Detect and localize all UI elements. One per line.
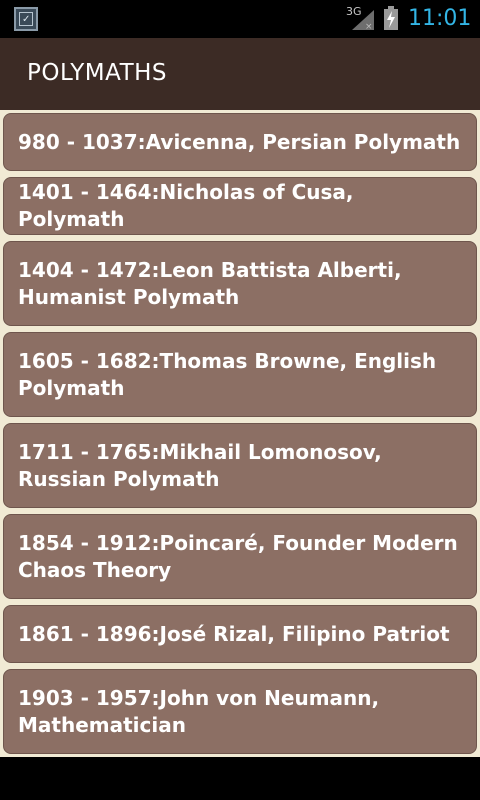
- page-title: POLYMATHS: [27, 60, 168, 86]
- list-item-label: 1861 - 1896:José Rizal, Filipino Patriot: [18, 621, 450, 646]
- signal-strength-icon: ×: [352, 10, 374, 30]
- list-item[interactable]: 1605 - 1682:Thomas Browne, English Polym…: [0, 329, 480, 420]
- list-item-label: 1605 - 1682:Thomas Browne, English Polym…: [18, 348, 437, 400]
- status-bar: ✓ 3G × 11:01: [0, 0, 480, 38]
- list-item-label: 1401 - 1464:Nicholas of Cusa, Polymath: [18, 180, 354, 231]
- list-item-label: 1711 - 1765:Mikhail Lomonosov, Russian P…: [18, 439, 382, 491]
- list-item[interactable]: 980 - 1037:Avicenna, Persian Polymath: [0, 110, 480, 174]
- list-item-label: 980 - 1037:Avicenna, Persian Polymath: [18, 129, 461, 154]
- battery-charging-icon: [384, 6, 398, 30]
- list-item[interactable]: 1903 - 1957:John von Neumann, Mathematic…: [0, 666, 480, 757]
- list-item[interactable]: 1404 - 1472:Leon Battista Alberti, Human…: [0, 238, 480, 329]
- list-item[interactable]: 1401 - 1464:Nicholas of Cusa, Polymath: [0, 174, 480, 238]
- list-item[interactable]: 1861 - 1896:José Rizal, Filipino Patriot: [0, 602, 480, 666]
- notification-app-icon: ✓: [14, 7, 38, 31]
- svg-text:×: ×: [365, 22, 373, 30]
- list-item-label: 1854 - 1912:Poincaré, Founder Modern Cha…: [18, 530, 458, 582]
- list-item[interactable]: 1711 - 1765:Mikhail Lomonosov, Russian P…: [0, 420, 480, 511]
- list-item-label: 1903 - 1957:John von Neumann, Mathematic…: [18, 685, 380, 737]
- status-clock: 11:01: [408, 6, 472, 31]
- list-item[interactable]: 1854 - 1912:Poincaré, Founder Modern Cha…: [0, 511, 480, 602]
- action-bar: POLYMATHS: [0, 38, 480, 110]
- list-item-label: 1404 - 1472:Leon Battista Alberti, Human…: [18, 257, 402, 309]
